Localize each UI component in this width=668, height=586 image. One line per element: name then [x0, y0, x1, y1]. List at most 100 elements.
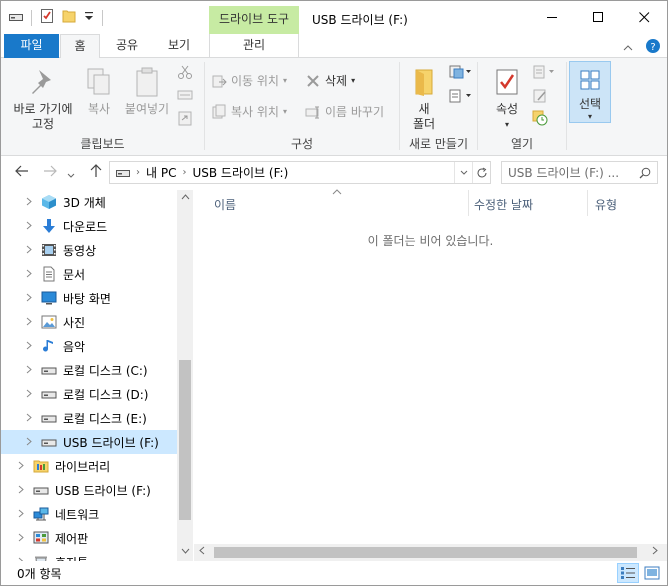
nav-tree-item[interactable]: 네트워크 — [1, 502, 177, 526]
address-bar[interactable]: › 내 PC › USB 드라이브 (F:) — [109, 161, 491, 184]
properties-icon[interactable] — [40, 8, 54, 27]
column-divider[interactable] — [587, 190, 588, 216]
expand-chevron-icon[interactable] — [15, 460, 27, 473]
maximize-button[interactable] — [575, 1, 621, 34]
nav-tree-item[interactable]: 다운로드 — [1, 214, 177, 238]
3d-objects-icon — [41, 194, 57, 210]
tab-file[interactable]: 파일 — [4, 34, 59, 58]
nav-tree-item[interactable]: 음악 — [1, 334, 177, 358]
new-folder-button[interactable]: 새 폴더 — [408, 66, 440, 132]
nav-tree-item-label: 사진 — [63, 315, 86, 330]
nav-tree-item[interactable]: USB 드라이브 (F:) — [1, 478, 177, 502]
collapse-ribbon-icon[interactable] — [623, 41, 633, 55]
expand-chevron-icon[interactable] — [23, 412, 35, 425]
breadcrumb-this-pc[interactable]: 내 PC — [146, 164, 176, 181]
column-name[interactable]: 이름 — [214, 196, 236, 213]
organize-group-label: 구성 — [290, 137, 314, 151]
new-group-label: 새로 만들기 — [408, 137, 468, 151]
column-date-modified[interactable]: 수정한 날짜 — [474, 196, 533, 213]
tab-manage[interactable]: 관리 — [209, 34, 299, 58]
delete-label: 삭제 — [325, 74, 348, 88]
expand-chevron-icon[interactable] — [23, 316, 35, 329]
minimize-button[interactable] — [529, 1, 575, 34]
navigation-pane-scrollbar[interactable] — [177, 190, 193, 561]
new-folder-icon[interactable] — [62, 8, 76, 27]
back-button[interactable] — [15, 164, 29, 182]
open-button[interactable] — [532, 64, 556, 83]
forward-button[interactable] — [43, 164, 57, 182]
column-type[interactable]: 유형 — [595, 196, 617, 213]
easy-access-button[interactable] — [448, 88, 472, 107]
nav-tree-item[interactable]: 바탕 화면 — [1, 286, 177, 310]
scrollbar-thumb[interactable] — [214, 547, 637, 558]
tab-view[interactable]: 보기 — [157, 34, 201, 58]
edit-button[interactable] — [532, 88, 548, 107]
expand-chevron-icon[interactable] — [23, 244, 35, 257]
group-divider — [566, 62, 567, 150]
tab-share[interactable]: 공유 — [105, 34, 149, 58]
open-group: 속성 ▾ 열기 — [478, 58, 566, 156]
address-dropdown-button[interactable] — [454, 162, 472, 183]
scrollbar-thumb[interactable] — [179, 360, 191, 520]
breadcrumb-separator-icon[interactable]: › — [182, 167, 186, 178]
select-button[interactable]: 선택 ▾ — [569, 61, 611, 123]
scroll-up-icon[interactable] — [177, 192, 193, 203]
cut-button[interactable] — [177, 64, 193, 83]
nav-tree-item[interactable]: 동영상 — [1, 238, 177, 262]
scroll-right-icon[interactable] — [652, 546, 658, 558]
window-controls — [529, 1, 667, 34]
help-icon[interactable]: ? — [645, 38, 661, 57]
expand-chevron-icon[interactable] — [15, 484, 27, 497]
delete-button[interactable]: 삭제 ▾ — [305, 72, 355, 89]
nav-tree-item[interactable]: USB 드라이브 (F:) — [1, 430, 177, 454]
up-button[interactable] — [89, 164, 103, 182]
breadcrumb-separator-icon[interactable]: › — [136, 167, 140, 178]
pin-to-quick-access-button[interactable]: 바로 가기에 고정 — [7, 66, 79, 132]
expand-chevron-icon[interactable] — [23, 388, 35, 401]
copy-path-button[interactable] — [177, 88, 193, 105]
new-item-button[interactable] — [448, 64, 472, 83]
recent-locations-button[interactable] — [67, 166, 75, 184]
expand-chevron-icon[interactable] — [23, 292, 35, 305]
copy-button[interactable]: 복사 — [83, 66, 115, 117]
file-list-scrollbar[interactable] — [194, 544, 667, 561]
nav-tree-item[interactable]: 휴지통 — [1, 550, 177, 561]
paste-button[interactable]: 붙여넣기 — [121, 66, 173, 117]
drive-icon[interactable] — [9, 11, 23, 25]
properties-button[interactable]: 속성 ▾ — [488, 66, 526, 132]
copy-to-button[interactable]: 복사 위치 ▾ — [211, 103, 287, 120]
column-divider[interactable] — [468, 190, 469, 216]
nav-tree-item[interactable]: 문서 — [1, 262, 177, 286]
expand-chevron-icon[interactable] — [23, 436, 35, 449]
scroll-down-icon[interactable] — [177, 546, 193, 557]
scroll-left-icon[interactable] — [199, 546, 205, 558]
expand-chevron-icon[interactable] — [23, 268, 35, 281]
search-box[interactable]: USB 드라이브 (F:) ... — [501, 161, 658, 184]
history-button[interactable] — [532, 110, 548, 129]
refresh-button[interactable] — [472, 162, 490, 183]
move-to-button[interactable]: 이동 위치 ▾ — [211, 72, 287, 89]
large-icons-view-button[interactable] — [641, 563, 663, 583]
nav-tree-item[interactable]: 로컬 디스크 (C:) — [1, 358, 177, 382]
easy-access-icon — [449, 89, 471, 103]
close-button[interactable] — [621, 1, 667, 34]
nav-tree-item-label: 3D 개체 — [63, 195, 106, 210]
expand-chevron-icon[interactable] — [23, 220, 35, 233]
nav-tree-item[interactable]: 라이브러리 — [1, 454, 177, 478]
expand-chevron-icon[interactable] — [23, 196, 35, 209]
expand-chevron-icon[interactable] — [15, 532, 27, 545]
expand-chevron-icon[interactable] — [23, 340, 35, 353]
expand-chevron-icon[interactable] — [15, 508, 27, 521]
qat-customize-icon[interactable] — [84, 10, 94, 25]
breadcrumb-usb-drive[interactable]: USB 드라이브 (F:) — [192, 164, 288, 181]
details-view-button[interactable] — [617, 563, 639, 583]
nav-tree-item[interactable]: 로컬 디스크 (E:) — [1, 406, 177, 430]
tab-home[interactable]: 홈 — [60, 34, 100, 59]
expand-chevron-icon[interactable] — [23, 364, 35, 377]
nav-tree-item[interactable]: 사진 — [1, 310, 177, 334]
nav-tree-item[interactable]: 3D 개체 — [1, 190, 177, 214]
nav-tree-item[interactable]: 제어판 — [1, 526, 177, 550]
rename-button[interactable]: 이름 바꾸기 — [305, 103, 384, 120]
paste-shortcut-button[interactable] — [177, 110, 193, 129]
nav-tree-item[interactable]: 로컬 디스크 (D:) — [1, 382, 177, 406]
